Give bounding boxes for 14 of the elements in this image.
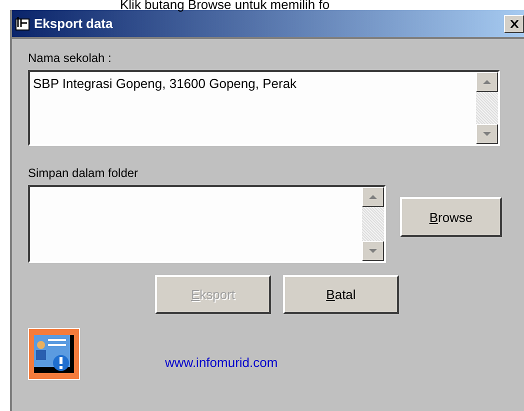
- field-label: Nama sekolah :: [28, 51, 112, 65]
- field-label: Simpan dalam folder: [28, 166, 140, 180]
- close-button[interactable]: [504, 14, 524, 32]
- folder-field[interactable]: [28, 185, 386, 263]
- browse-button[interactable]: Browse: [400, 197, 502, 237]
- scrollbar[interactable]: [476, 72, 498, 144]
- cancel-button[interactable]: Batal: [283, 275, 399, 314]
- window-title: Eksport data: [34, 16, 113, 31]
- scrollbar[interactable]: [362, 187, 384, 261]
- app-icon: [15, 16, 31, 32]
- student-info-icon: [28, 328, 80, 380]
- close-icon: [510, 20, 518, 28]
- website-link[interactable]: www.infomurid.com: [165, 355, 278, 370]
- school-name-field[interactable]: SBP Integrasi Gopeng, 31600 Gopeng, Perak: [28, 70, 500, 146]
